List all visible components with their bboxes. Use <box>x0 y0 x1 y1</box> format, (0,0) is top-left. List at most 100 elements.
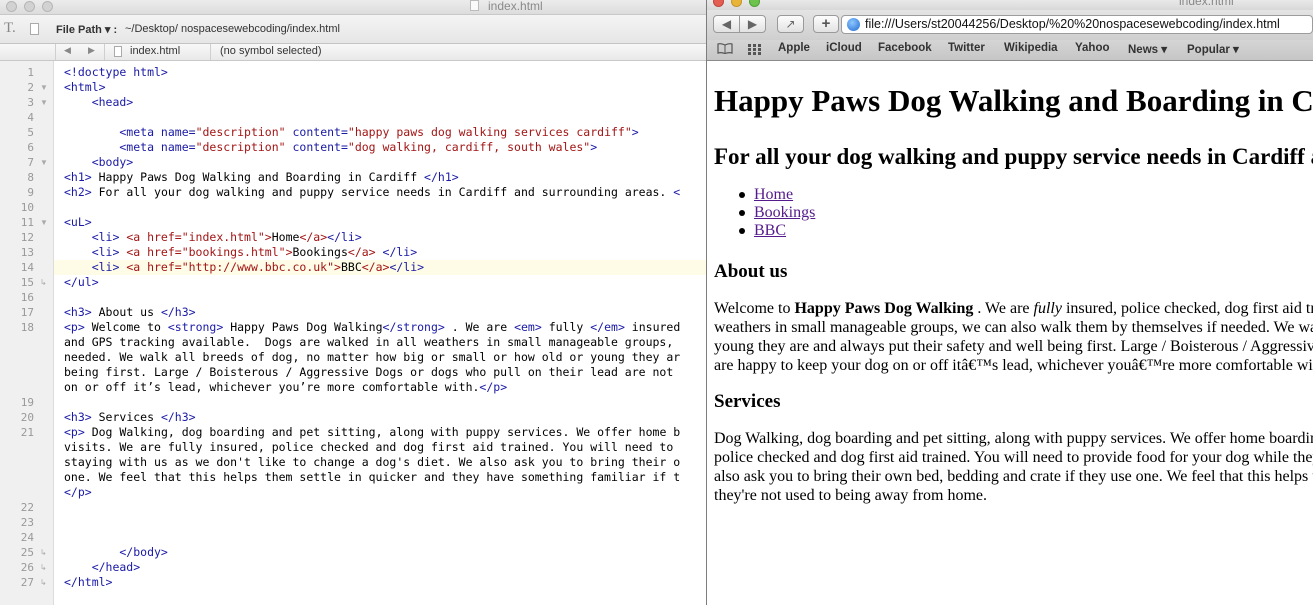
forward-arrow-icon: ▶ <box>747 17 758 31</box>
editor-titlebar: index.html <box>0 0 706 15</box>
code-line: on or off it’s lead, whichever you’re mo… <box>64 380 508 394</box>
bookmarks-bar: Apple iCloud Facebook Twitter Wikipedia … <box>707 40 1313 61</box>
editor-jump-bar: ◀ ▶ index.html (no symbol selected) <box>0 44 706 61</box>
text-tool-icon[interactable]: T. <box>4 20 16 37</box>
address-bar[interactable]: file:///Users/st20044256/Desktop/%20%20n… <box>841 15 1313 34</box>
bookings-link[interactable]: Bookings <box>754 204 815 221</box>
code-line: </body> <box>64 545 168 559</box>
services-paragraph: Dog Walking, dog boarding and pet sittin… <box>714 430 1313 504</box>
jump-bar-file[interactable]: index.html <box>130 45 180 57</box>
fold-end-icon: ↳ <box>40 578 47 587</box>
bookmark-icloud[interactable]: iCloud <box>826 42 862 54</box>
symbol-selector[interactable]: (no symbol selected) <box>220 45 322 57</box>
bookmark-facebook[interactable]: Facebook <box>878 42 932 54</box>
code-line: <li> <a href="http://www.bbc.co.uk">BBC<… <box>64 260 425 274</box>
bbc-link[interactable]: BBC <box>754 222 786 239</box>
rendered-page: Happy Paws Dog Walking and Boarding in C… <box>707 61 1313 605</box>
fold-end-icon: ↳ <box>40 563 47 572</box>
bookmark-popular-menu[interactable]: Popular ▾ <box>1187 42 1239 56</box>
close-window-button[interactable] <box>6 1 17 12</box>
top-sites-grid-icon[interactable] <box>748 44 762 55</box>
bookmark-twitter[interactable]: Twitter <box>948 42 985 54</box>
code-line: <meta name="description" content="dog wa… <box>64 140 598 154</box>
plus-icon: + <box>821 15 831 32</box>
file-path-value: ~/Desktop/ nospacesewebcoding/index.html <box>125 23 340 35</box>
code-line: <uL> <box>64 215 92 229</box>
about-heading: About us <box>714 261 788 282</box>
code-line: </html> <box>64 575 113 589</box>
line-number: 2 <box>27 81 34 94</box>
code-line: <h1> Happy Paws Dog Walking and Boarding… <box>64 170 459 184</box>
fold-toggle-icon[interactable]: ▼ <box>40 80 48 95</box>
line-number: 4 <box>27 111 34 124</box>
line-number: 27 <box>20 576 34 589</box>
code-line: <body> <box>64 155 134 169</box>
share-button[interactable]: ↗ <box>777 15 804 33</box>
line-number: 20 <box>20 411 34 424</box>
code-line: <html> <box>64 80 106 94</box>
bookmark-news-menu[interactable]: News ▾ <box>1128 42 1167 56</box>
editor-window-title: index.html <box>488 0 543 13</box>
line-number: 21 <box>20 426 34 439</box>
forward-arrow-icon[interactable]: ▶ <box>88 45 95 56</box>
minimize-window-button[interactable] <box>24 1 35 12</box>
home-link[interactable]: Home <box>754 186 793 203</box>
back-arrow-icon[interactable]: ◀ <box>64 45 71 56</box>
line-number: 22 <box>20 501 34 514</box>
line-number: 25 <box>20 546 34 559</box>
code-line: <meta name="description" content="happy … <box>64 125 639 139</box>
list-item: Bookings <box>734 204 815 222</box>
fold-end-icon: ↳ <box>40 548 47 557</box>
code-line: <p> Welcome to <strong> Happy Paws Dog W… <box>64 320 681 334</box>
line-number: 19 <box>20 396 34 409</box>
browser-window-title: index.html <box>1179 0 1234 8</box>
bookmark-wikipedia[interactable]: Wikipedia <box>1004 42 1058 54</box>
reading-list-icon[interactable] <box>717 43 733 54</box>
file-path-dropdown[interactable]: File Path ▾ : <box>56 23 117 36</box>
code-line: being first. Large / Boisterous / Aggres… <box>64 365 674 379</box>
code-line: <!doctype html> <box>64 65 168 79</box>
nav-list: Home Bookings BBC <box>734 186 815 240</box>
list-item: Home <box>734 186 815 204</box>
line-number: 13 <box>20 246 34 259</box>
bookmark-yahoo[interactable]: Yahoo <box>1075 42 1110 54</box>
line-number: 18 <box>20 321 34 334</box>
line-number: 15 <box>20 276 34 289</box>
file-icon[interactable] <box>30 23 39 35</box>
list-item: BBC <box>734 222 815 240</box>
close-window-button[interactable] <box>713 0 724 7</box>
zoom-window-button[interactable] <box>42 1 53 12</box>
forward-button[interactable]: ▶ <box>739 15 766 33</box>
bookmark-apple[interactable]: Apple <box>778 42 810 54</box>
add-bookmark-button[interactable]: + <box>813 15 839 33</box>
line-number: 16 <box>20 291 34 304</box>
code-line: staying with us as we don't like to chan… <box>64 455 681 469</box>
code-line: needed. We walk all breeds of dog, no ma… <box>64 350 681 364</box>
back-button[interactable]: ◀ <box>713 15 740 33</box>
fold-toggle-icon[interactable]: ▼ <box>40 215 48 230</box>
code-line: </head> <box>64 560 141 574</box>
minimize-window-button[interactable] <box>731 0 742 7</box>
code-line: </p> <box>64 485 92 499</box>
editor-path-bar: T. File Path ▾ : ~/Desktop/ nospaceseweb… <box>0 15 706 44</box>
code-line: <p> Dog Walking, dog boarding and pet si… <box>64 425 681 439</box>
line-number: 12 <box>20 231 34 244</box>
browser-toolbar: ◀ ▶ ↗ + file:///Users/st20044256/Desktop… <box>707 10 1313 40</box>
about-paragraph: Welcome to Happy Paws Dog Walking . We a… <box>714 300 1313 374</box>
code-editor-window[interactable]: index.html T. File Path ▾ : ~/Desktop/ n… <box>0 0 706 605</box>
globe-icon <box>847 18 860 31</box>
fold-toggle-icon[interactable]: ▼ <box>40 95 48 110</box>
url-text[interactable]: file:///Users/st20044256/Desktop/%20%20n… <box>865 17 1280 31</box>
code-line: and GPS tracking available. Dogs are wal… <box>64 335 674 349</box>
browser-window[interactable]: index.html ◀ ▶ ↗ + file:///Users/st20044… <box>706 0 1313 605</box>
code-line: <head> <box>64 95 134 109</box>
fold-toggle-icon[interactable]: ▼ <box>40 155 48 170</box>
code-text-area[interactable]: <!doctype html> <html> <head> <meta name… <box>54 61 706 605</box>
line-number: 3 <box>27 96 34 109</box>
line-number: 10 <box>20 201 34 214</box>
zoom-window-button[interactable] <box>749 0 760 7</box>
code-line: <h3> Services </h3> <box>64 410 196 424</box>
line-number: 1 <box>27 66 34 79</box>
page-heading: Happy Paws Dog Walking and Boarding in C… <box>714 83 1313 118</box>
document-icon <box>470 0 479 11</box>
